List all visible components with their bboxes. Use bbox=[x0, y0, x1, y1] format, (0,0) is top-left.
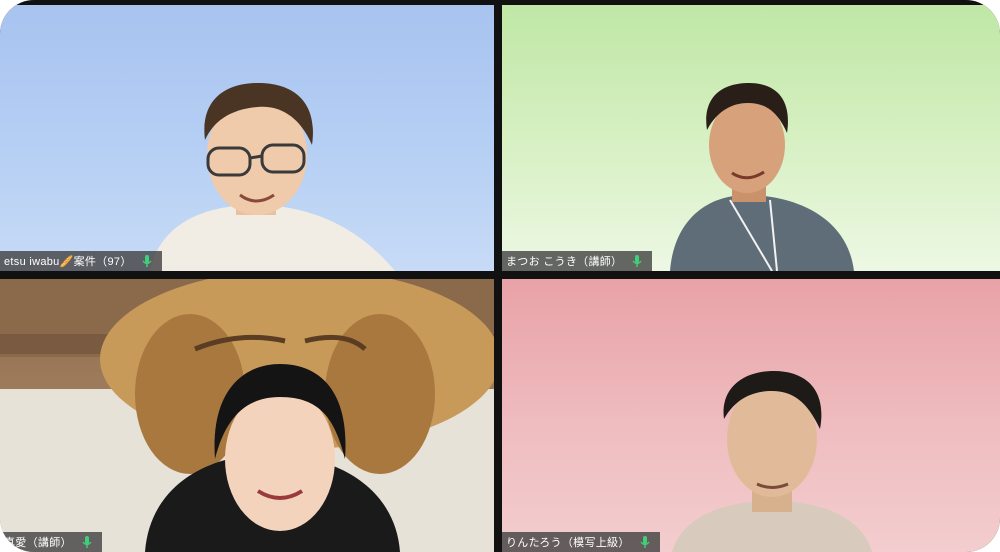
mic-on-icon bbox=[632, 255, 642, 267]
participant-video-1 bbox=[150, 83, 395, 271]
participant-tile-4[interactable]: りんたろう（模写上級） bbox=[502, 279, 1000, 552]
participant-name-tag: まつお こうき（講師） bbox=[502, 251, 653, 271]
participant-name-tag: 真愛（講師） bbox=[0, 532, 102, 552]
participant-name-tag: りんたろう（模写上級） bbox=[502, 532, 660, 552]
participant-name: りんたろう（模写上級） bbox=[506, 537, 630, 549]
participant-video-2 bbox=[670, 83, 854, 271]
mic-on-icon bbox=[142, 255, 152, 267]
participant-tile-2[interactable]: まつお こうき（講師） bbox=[502, 5, 1000, 271]
mic-on-icon bbox=[640, 536, 650, 548]
participant-video-3 bbox=[0, 279, 494, 552]
participant-video-4 bbox=[672, 371, 872, 552]
participant-name: etsu iwabu🥖案件（97） bbox=[4, 256, 132, 268]
mic-on-icon bbox=[82, 536, 92, 548]
participant-tile-3[interactable]: 真愛（講師） bbox=[0, 279, 494, 552]
participant-tile-1[interactable]: etsu iwabu🥖案件（97） bbox=[0, 5, 494, 271]
participant-name-tag: etsu iwabu🥖案件（97） bbox=[0, 251, 162, 271]
video-grid: etsu iwabu🥖案件（97） まつお こうき（講師） 真愛（講師） りんた… bbox=[0, 0, 1000, 552]
participant-name: まつお こうき（講師） bbox=[506, 256, 623, 268]
participant-name: 真愛（講師） bbox=[4, 537, 72, 549]
